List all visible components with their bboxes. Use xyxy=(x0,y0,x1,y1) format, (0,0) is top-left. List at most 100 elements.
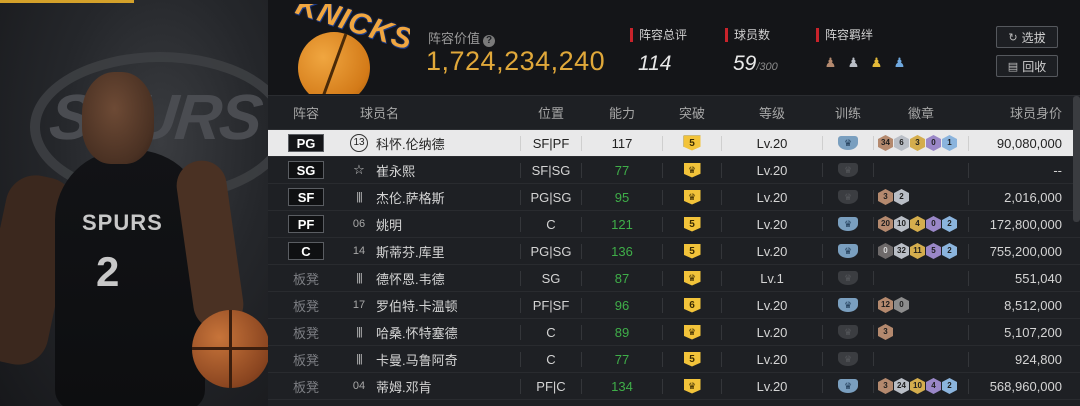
badge-hex-icon: 2 xyxy=(942,216,957,232)
training-cell[interactable]: ♛ xyxy=(822,379,874,393)
breakthrough-crown-icon: ♛ xyxy=(683,270,701,286)
training-cell[interactable]: ♛ xyxy=(822,244,874,258)
jersey-number-badge: 13 xyxy=(350,134,368,152)
breakthrough-badge: 5 xyxy=(683,243,701,259)
player-value: 924,800 xyxy=(968,351,1080,367)
scout-button[interactable]: ↻ 选拔 xyxy=(996,26,1058,48)
player-position: SF|SG xyxy=(520,162,582,178)
player-count-max: /300 xyxy=(756,61,778,73)
badges-cell: 20 10 4 0 2 xyxy=(874,216,968,232)
lineup-slot-cell: 板凳 xyxy=(268,350,344,369)
breakthrough-cell: ♛ xyxy=(662,270,722,286)
training-cell[interactable]: ♛ xyxy=(822,271,874,285)
badges-cell: 12 0 xyxy=(874,297,968,313)
player-value: 8,512,000 xyxy=(968,297,1080,313)
player-ability: 121 xyxy=(611,216,633,232)
training-shield-icon: ♛ xyxy=(838,244,858,258)
jersey-number: 2 xyxy=(96,248,120,295)
col-breakthrough[interactable]: 突破 xyxy=(662,103,722,122)
refresh-icon: ↻ xyxy=(1008,31,1018,44)
breakthrough-cell: 6 xyxy=(662,297,722,313)
table-row[interactable]: C 14 斯蒂芬.库里 PG|SG 136 5 Lv.20 ♛ 0 32 11 5 2 … xyxy=(268,238,1080,265)
training-cell[interactable]: ♛ xyxy=(822,298,874,312)
training-cell[interactable]: ♛ xyxy=(822,217,874,231)
lineup-slot-cell: SG xyxy=(268,161,344,179)
player-name: 蒂姆.邓肯 xyxy=(376,379,432,395)
player-name: 罗伯特.卡温顿 xyxy=(376,298,458,314)
player-position: SG xyxy=(520,270,582,286)
col-player-value[interactable]: 球员身价 xyxy=(968,103,1080,122)
lineup-slot-bench: 板凳 xyxy=(292,271,319,287)
table-row[interactable]: 板凳 ||| 哈桑.怀特塞德 C 89 ♛ Lv.20 ♛ 3 5,107,20… xyxy=(268,319,1080,346)
bond-bronze-icon[interactable]: ♟ xyxy=(822,54,839,71)
player-name: 卡曼.马鲁阿奇 xyxy=(376,352,458,368)
breakthrough-badge: 5 xyxy=(683,216,701,232)
lineup-bond: 阵容羁绊 ♟ ♟ ♟ ♟ xyxy=(816,28,908,71)
breakthrough-badge: 5 xyxy=(683,351,701,367)
lineup-value-label-text: 阵容价值 xyxy=(428,31,481,46)
recycle-button[interactable]: ▤ 回收 xyxy=(996,55,1058,77)
col-position[interactable]: 位置 xyxy=(520,103,582,122)
recycle-button-label: 回收 xyxy=(1022,59,1047,74)
training-cell[interactable]: ♛ xyxy=(822,325,874,339)
training-cell[interactable]: ♛ xyxy=(822,163,874,177)
table-row[interactable]: SG ☆ 崔永熙 SF|SG 77 ♛ Lv.20 ♛ -- xyxy=(268,157,1080,184)
col-training[interactable]: 训练 xyxy=(822,103,874,122)
badge-hex-icon: 6 xyxy=(894,135,909,151)
badge-hex-icon: 0 xyxy=(894,297,909,313)
training-shield-icon: ♛ xyxy=(838,298,858,312)
col-badges[interactable]: 徽章 xyxy=(874,103,968,122)
star-icon: ☆ xyxy=(353,162,365,177)
player-name-cell: 13 科怀.伦纳德 xyxy=(344,134,520,153)
col-level[interactable]: 等级 xyxy=(722,103,822,122)
breakthrough-cell: 5 xyxy=(662,135,722,151)
training-cell[interactable]: ♛ xyxy=(822,136,874,150)
breakthrough-badge: 6 xyxy=(683,297,701,313)
player-level: Lv.20 xyxy=(756,243,788,259)
player-level: Lv.20 xyxy=(756,216,788,232)
table-row[interactable]: 板凳 04 蒂姆.邓肯 PF|C 134 ♛ Lv.20 ♛ 3 24 10 4 2 5… xyxy=(268,373,1080,400)
lineup-slot-cell: 板凳 xyxy=(268,296,344,315)
table-row[interactable]: SF ||| 杰伦.萨格斯 PG|SG 95 ♛ Lv.20 ♛ 32 2,01… xyxy=(268,184,1080,211)
breakthrough-cell: 5 xyxy=(662,351,722,367)
player-level: Lv.1 xyxy=(760,270,784,286)
training-cell[interactable]: ♛ xyxy=(822,352,874,366)
table-row[interactable]: PG 13 科怀.伦纳德 SF|PF 117 5 Lv.20 ♛ 34 6 3 0 1 … xyxy=(268,130,1080,157)
player-position: C xyxy=(520,351,582,367)
player-position: C xyxy=(520,324,582,340)
table-row[interactable]: 板凳 ||| 卡曼.马鲁阿奇 C 77 5 Lv.20 ♛ 924,800 xyxy=(268,346,1080,373)
player-ability: 134 xyxy=(611,378,633,394)
player-name: 哈桑.怀特塞德 xyxy=(376,325,458,341)
table-row[interactable]: PF 06 姚明 C 121 5 Lv.20 ♛ 20 10 4 0 2 172,800… xyxy=(268,211,1080,238)
player-name: 斯蒂芬.库里 xyxy=(376,244,445,260)
lineup-slot-cell: 板凳 xyxy=(268,323,344,342)
player-position: PG|SG xyxy=(520,189,582,205)
bond-gold-icon[interactable]: ♟ xyxy=(868,54,885,71)
breakthrough-cell: 5 xyxy=(662,216,722,232)
lineup-value-label: 阵容价值? xyxy=(428,28,496,47)
col-ability[interactable]: 能力 xyxy=(582,103,662,122)
bond-blue-icon[interactable]: ♟ xyxy=(891,54,908,71)
player-value: 568,960,000 xyxy=(968,378,1080,394)
player-name: 崔永熙 xyxy=(376,163,416,179)
lineup-slot-cell: 板凳 xyxy=(268,269,344,288)
table-row[interactable]: 板凳 ||| 德怀恩.韦德 SG 87 ♛ Lv.1 ♛ 551,040 xyxy=(268,265,1080,292)
training-cell[interactable]: ♛ xyxy=(822,190,874,204)
player-ability: 87 xyxy=(614,270,630,286)
col-player-name[interactable]: 球员名 xyxy=(344,103,520,122)
scrollbar[interactable] xyxy=(1073,96,1080,222)
table-row[interactable]: 板凳 17 罗伯特.卡温顿 PF|SF 96 6 Lv.20 ♛ 12 0 8,5… xyxy=(268,292,1080,319)
col-lineup[interactable]: 阵容 xyxy=(268,103,344,122)
player-position: PG|SG xyxy=(520,243,582,259)
player-name-cell: 14 斯蒂芬.库里 xyxy=(344,242,520,261)
badge-hex-icon: 3 xyxy=(878,378,893,394)
bond-silver-icon[interactable]: ♟ xyxy=(845,54,862,71)
badges-cell: 34 6 3 0 1 xyxy=(874,135,968,151)
training-shield-icon: ♛ xyxy=(838,352,858,366)
badge-hex-icon: 32 xyxy=(894,243,909,259)
lineup-slot-tag: PF xyxy=(288,215,324,233)
training-shield-icon: ♛ xyxy=(838,325,858,339)
player-name-cell: 06 姚明 xyxy=(344,215,520,234)
lineup-slot-tag: SF xyxy=(288,188,324,206)
jersey-number-badge: 17 xyxy=(352,299,366,311)
